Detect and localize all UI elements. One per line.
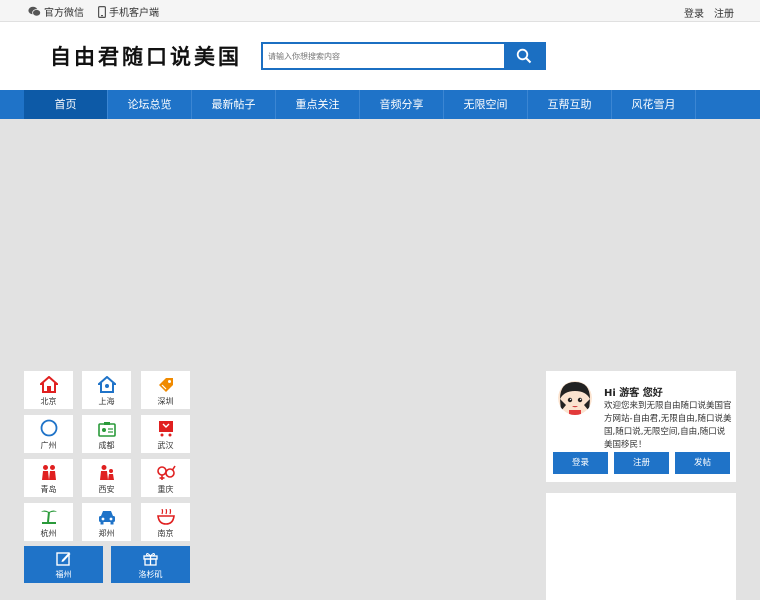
sidebar-blank-panel <box>546 493 736 600</box>
id-card-icon <box>97 422 116 437</box>
gender-icon <box>156 465 176 480</box>
site-header: 自由君随口说美国 <box>0 22 760 90</box>
couple-icon <box>41 465 56 480</box>
wechat-label: 官方微信 <box>44 8 84 19</box>
panel-login-button[interactable]: 登录 <box>553 452 608 474</box>
search-box <box>261 42 546 70</box>
city-tile-chengdu[interactable]: 成都 <box>82 415 131 453</box>
city-tile-qingdao[interactable]: 青岛 <box>24 459 73 497</box>
city-label: 北京 <box>40 397 57 406</box>
city-label: 洛杉矶 <box>138 570 163 579</box>
panel-post-button[interactable]: 发帖 <box>675 452 730 474</box>
nav-item-focus[interactable]: 重点关注 <box>276 90 360 119</box>
city-tile-wuhan[interactable]: 武汉 <box>141 415 190 453</box>
circle-icon <box>40 419 57 437</box>
car-icon <box>98 511 115 525</box>
wechat-icon <box>28 6 41 17</box>
city-tile-shenzhen[interactable]: 深圳 <box>141 371 190 409</box>
mobile-label: 手机客户端 <box>109 8 159 19</box>
search-button[interactable] <box>504 44 544 68</box>
city-tile-beijing[interactable]: 北京 <box>24 371 73 409</box>
nav-item-latest-posts[interactable]: 最新帖子 <box>192 90 276 119</box>
city-label: 重庆 <box>157 485 174 494</box>
cartoon-avatar-icon <box>558 381 592 415</box>
search-icon <box>516 48 532 64</box>
nav-item-audio[interactable]: 音频分享 <box>360 90 444 119</box>
city-tile-chongqing[interactable]: 重庆 <box>141 459 190 497</box>
city-label: 福州 <box>55 570 72 579</box>
nav-item-forum-overview[interactable]: 论坛总览 <box>108 90 192 119</box>
city-label: 南京 <box>157 529 174 538</box>
city-label: 杭州 <box>40 529 57 538</box>
city-tile-nanjing[interactable]: 南京 <box>141 503 190 541</box>
greeting-text: Hi 游客 您好 <box>604 388 663 399</box>
nav-item-mutual-help[interactable]: 互帮互助 <box>528 90 612 119</box>
bowl-icon <box>156 509 175 525</box>
main-nav: 首页 论坛总览 最新帖子 重点关注 音频分享 无限空间 互帮互助 风花雪月 <box>0 90 760 119</box>
house-icon <box>39 376 58 393</box>
city-tile-shanghai[interactable]: 上海 <box>82 371 131 409</box>
city-label: 成都 <box>98 441 115 450</box>
city-label: 武汉 <box>157 441 174 450</box>
nav-item-home[interactable]: 首页 <box>24 90 108 119</box>
city-label: 青岛 <box>40 485 57 494</box>
avatar <box>558 381 592 415</box>
nav-item-romance[interactable]: 风花雪月 <box>612 90 696 119</box>
shopping-tag-icon <box>158 378 173 392</box>
family-icon <box>99 465 114 480</box>
shopping-cart-icon <box>158 421 173 437</box>
city-label: 深圳 <box>157 397 174 406</box>
city-tile-los-angeles[interactable]: 洛杉矶 <box>111 546 190 583</box>
mobile-phone-icon <box>98 5 106 18</box>
city-tile-fuzhou[interactable]: 福州 <box>24 546 103 583</box>
edit-icon <box>56 552 71 566</box>
city-label: 广州 <box>40 441 57 450</box>
user-welcome-panel: Hi 游客 您好 欢迎您来到无限自由随口说美国官方网站-自由君,无限自由,随口说… <box>546 371 736 482</box>
welcome-text: 欢迎您来到无限自由随口说美国官方网站-自由君,无限自由,随口说美国,随口说,无限… <box>604 401 732 450</box>
site-logo[interactable]: 自由君随口说美国 <box>50 41 242 71</box>
city-tile-zhengzhou[interactable]: 郑州 <box>82 503 131 541</box>
house-icon <box>97 376 116 393</box>
palm-tree-icon <box>40 510 57 524</box>
city-label: 郑州 <box>98 529 115 538</box>
city-tile-xian[interactable]: 西安 <box>82 459 131 497</box>
city-tile-hangzhou[interactable]: 杭州 <box>24 503 73 541</box>
city-tile-guangzhou[interactable]: 广州 <box>24 415 73 453</box>
search-input[interactable] <box>263 44 504 68</box>
gift-icon <box>143 552 158 566</box>
city-label: 西安 <box>98 485 115 494</box>
top-utility-bar: 官方微信 手机客户端 登录 注册 <box>0 0 760 22</box>
top-login-link[interactable]: 登录 <box>684 5 704 20</box>
panel-register-button[interactable]: 注册 <box>614 452 669 474</box>
city-label: 上海 <box>98 397 115 406</box>
top-register-link[interactable]: 注册 <box>714 5 734 20</box>
wechat-link[interactable]: 官方微信 <box>28 4 84 19</box>
nav-item-unlimited-space[interactable]: 无限空间 <box>444 90 528 119</box>
mobile-client-link[interactable]: 手机客户端 <box>98 4 159 19</box>
